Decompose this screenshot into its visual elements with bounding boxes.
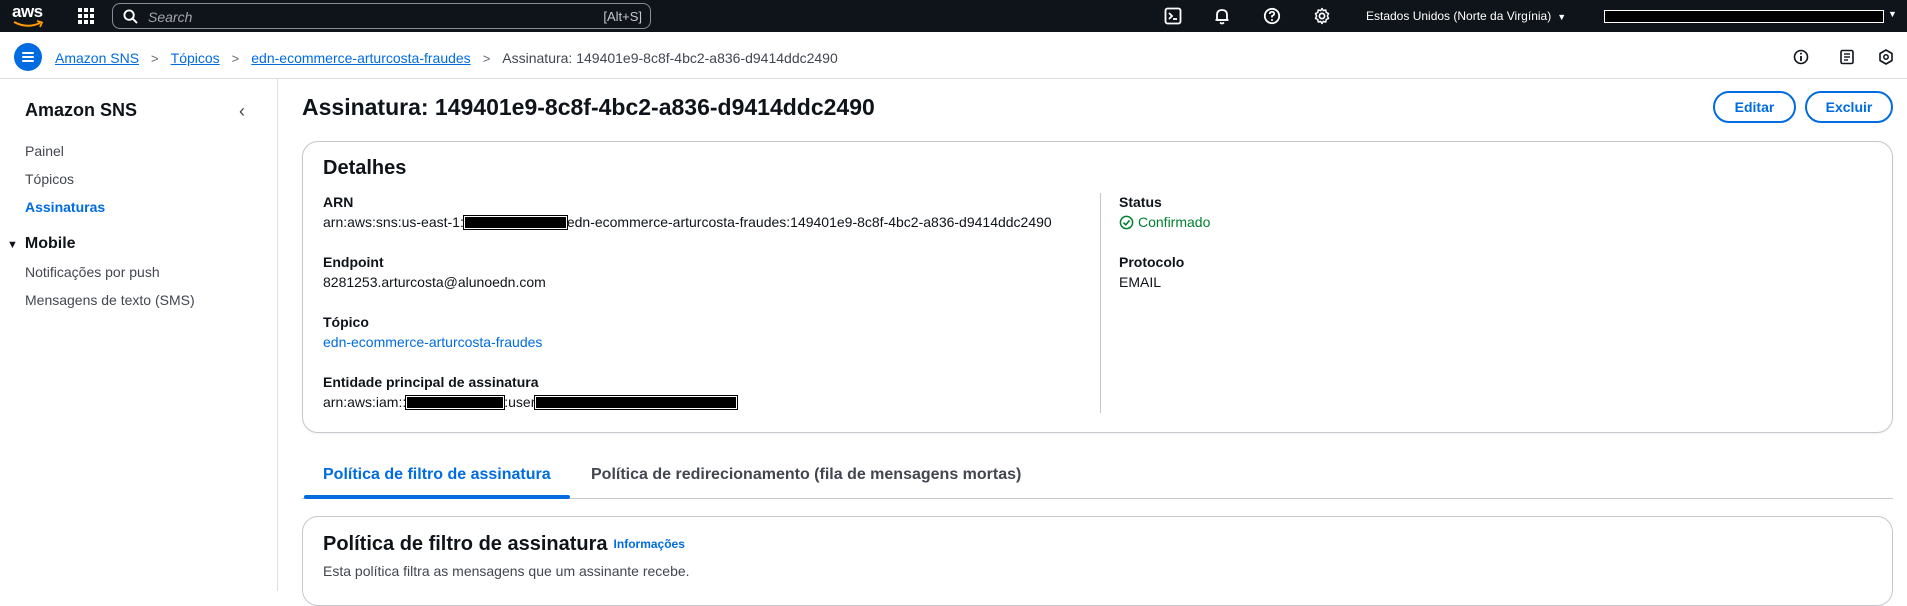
endpoint-field: Endpoint 8281253.arturcosta@alunoedn.com [323,254,546,290]
principal-value: arn:aws:iam:::user [323,394,739,410]
page-title: Assinatura: 149401e9-8c8f-4bc2-a836-d941… [302,94,875,120]
side-navigation: Amazon SNS ‹ Painel Tópicos Assinaturas … [0,79,278,591]
breadcrumb-current: Assinatura: 149401e9-8c8f-4bc2-a836-d941… [502,50,838,66]
status-field: Status Confirmado [1119,194,1210,233]
protocol-value: EMAIL [1119,274,1162,290]
tab-filter-policy[interactable]: Política de filtro de assinatura [323,466,551,484]
chevron-right-icon: > [151,50,159,66]
close-sidebar-icon[interactable]: ‹ [239,101,245,122]
status-value: Confirmado [1138,214,1211,230]
check-circle-icon [1119,215,1134,229]
endpoint-value: 8281253.arturcosta@alunoedn.com [323,274,546,290]
aws-smile-icon [13,20,44,28]
info-link[interactable]: Informações [614,537,685,551]
aws-logo[interactable]: aws [12,3,46,29]
filter-policy-heading: Política de filtro de assinatura [323,533,608,555]
breadcrumb-bar: Amazon SNS > Tópicos > edn-ecommerce-art… [0,32,1907,79]
sidebar-item-assinaturas[interactable]: Assinaturas [25,199,105,215]
breadcrumb-topic[interactable]: edn-ecommerce-arturcosta-fraudes [251,50,470,66]
region-selector[interactable]: Estados Unidos (Norte da Virgínia) ▼ [1366,9,1566,23]
endpoint-label: Endpoint [323,254,384,270]
caret-down-icon: ▼ [1557,12,1567,22]
breadcrumb-amazon-sns[interactable]: Amazon SNS [55,50,139,66]
filter-policy-description: Esta política filtra as mensagens que um… [323,563,690,579]
sidebar-section-mobile[interactable]: ▼ Mobile [7,235,76,253]
arn-field: ARN arn:aws:sns:us-east-1: edn-ecommerce-… [323,194,1052,230]
sidebar-section-label: Mobile [24,235,76,252]
principal-prefix: arn:aws:iam:: [323,394,407,410]
protocol-field: Protocolo EMAIL [1119,254,1184,290]
hexagon-settings-icon[interactable] [1878,49,1894,65]
details-title: Detalhes [323,157,407,179]
redacted-user-name [534,395,739,410]
delete-button[interactable]: Excluir [1805,91,1893,123]
tab-redrive-policy[interactable]: Política de redirecionamento (fila de me… [591,466,1021,484]
status-badge: Confirmado [1119,214,1210,230]
column-divider [1100,193,1101,413]
arn-prefix: arn:aws:sns:us-east-1: [323,214,464,230]
policy-tabs: Política de filtro de assinatura Polític… [302,456,1893,499]
sidebar-title[interactable]: Amazon SNS [25,100,137,121]
search-placeholder: Search [148,9,193,25]
top-navigation: aws Search [Alt+S] Estados Unidos (Norte… [0,0,1907,32]
breadcrumb: Amazon SNS > Tópicos > edn-ecommerce-art… [55,50,838,66]
principal-field: Entidade principal de assinatura arn:aws… [323,374,739,410]
notes-panel-icon[interactable] [1839,49,1855,65]
gear-icon[interactable] [1313,7,1331,25]
sidebar-item-topicos[interactable]: Tópicos [25,171,74,187]
bell-icon[interactable] [1213,7,1231,25]
arn-label: ARN [323,194,354,210]
help-icon[interactable] [1263,7,1281,25]
details-card: Detalhes ARN arn:aws:sns:us-east-1: edn-e… [302,141,1893,433]
sidebar-item-sms[interactable]: Mensagens de texto (SMS) [25,292,195,308]
topic-field: Tópico edn-ecommerce-arturcosta-fraudes [323,314,542,350]
principal-middle: :user [504,394,536,410]
breadcrumb-topicos[interactable]: Tópicos [171,50,220,66]
redacted-account-id [405,395,506,410]
search-shortcut: [Alt+S] [603,9,642,24]
region-label: Estados Unidos (Norte da Virgínia) [1366,9,1552,23]
chevron-right-icon: > [231,50,240,66]
redacted-account-id [462,215,568,230]
caret-down-icon: ▼ [7,239,18,251]
chevron-right-icon: > [482,50,491,66]
side-nav-toggle-button[interactable] [14,43,42,71]
services-grid-icon[interactable] [78,8,94,24]
account-caret-icon[interactable]: ▼ [1888,9,1897,19]
active-tab-indicator [304,495,570,499]
filter-policy-card: Política de filtro de assinatura Informaç… [302,516,1893,606]
account-menu-redacted[interactable] [1604,10,1884,23]
arn-value[interactable]: arn:aws:sns:us-east-1: edn-ecommerce-artu… [323,214,1052,230]
search-input[interactable]: Search [Alt+S] [112,3,651,29]
sidebar-item-push[interactable]: Notificações por push [25,264,160,280]
search-icon [123,9,138,24]
topic-label: Tópico [323,314,369,330]
aws-logo-text: aws [12,2,43,21]
arn-suffix: edn-ecommerce-arturcosta-fraudes:149401e… [566,214,1052,230]
sidebar-item-painel[interactable]: Painel [25,143,64,159]
info-icon[interactable] [1793,49,1809,65]
principal-label: Entidade principal de assinatura [323,374,539,390]
cloudshell-icon[interactable] [1164,7,1182,25]
edit-button[interactable]: Editar [1713,91,1796,123]
filter-policy-title: Política de filtro de assinatura Informaç… [323,533,685,556]
topic-link[interactable]: edn-ecommerce-arturcosta-fraudes [323,334,542,350]
status-label: Status [1119,194,1162,210]
protocol-label: Protocolo [1119,254,1185,270]
